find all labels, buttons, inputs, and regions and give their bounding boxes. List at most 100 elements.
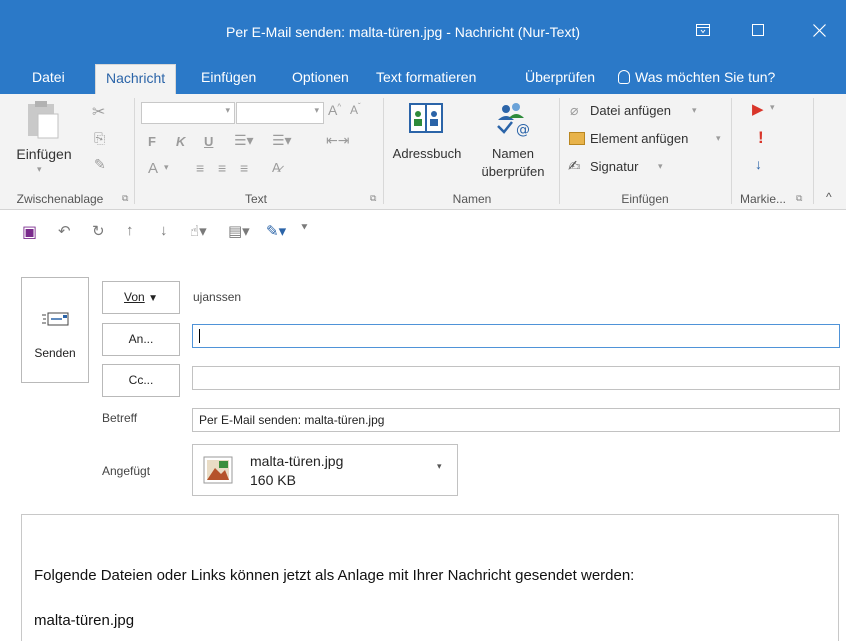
customize-qat-icon[interactable]: ⯆ [300,222,309,235]
numbering-icon[interactable]: ☰▾ [272,132,292,149]
indent-icon[interactable]: ⇤⇥ [326,132,349,149]
follow-up-flag-icon[interactable]: ▶ [752,100,764,118]
font-color-dropdown-icon[interactable]: ▾ [164,162,169,173]
attach-file-button[interactable]: ⌀ Datei anfügen ▾ [566,102,726,122]
cc-button[interactable]: Cc... [102,364,180,397]
text-launcher-icon[interactable]: ⧉ [370,193,376,204]
tags-launcher-icon[interactable]: ⧉ [796,193,802,204]
separator [813,98,814,204]
send-button[interactable]: Senden [21,277,89,383]
address-book-label: Adressbuch [392,146,462,161]
clear-formatting-icon[interactable]: A̷ [272,160,281,175]
body-line-1: Folgende Dateien oder Links können jetzt… [34,567,635,584]
tab-nachricht[interactable]: Nachricht [95,64,177,94]
maximize-button[interactable] [735,0,781,60]
lightbulb-icon [618,70,630,84]
send-icon [42,312,69,326]
signature-dropdown-icon: ▾ [658,161,663,171]
bold-button[interactable]: F [148,134,156,149]
to-field[interactable] [192,324,840,348]
print-icon[interactable]: ▤▾ [228,222,250,240]
attached-label: Angefügt [102,464,151,478]
paste-button[interactable]: Einfügen ▾ [4,98,84,184]
collapse-ribbon-icon[interactable]: ^ [826,190,832,204]
attachment-chip[interactable]: malta-türen.jpg 160 KB ▾ [192,444,458,496]
text-cursor [199,329,200,343]
signature-label: Signatur [590,159,639,174]
signature-button[interactable]: ✍ Signatur ▾ [566,158,726,178]
next-item-icon[interactable]: ↓ [160,222,168,239]
include-group-label: Einfügen [621,192,669,206]
redo-icon[interactable]: ↻ [92,222,105,240]
attach-file-label: Datei anfügen [590,103,671,118]
low-importance-icon[interactable]: ↓ [755,156,762,172]
tell-me-label: Was möchten Sie tun? [635,69,776,85]
attach-item-icon [569,132,585,145]
shrink-font-icon[interactable]: Aˇ [350,102,361,117]
address-book-icon [409,103,443,133]
high-importance-icon[interactable]: ! [758,128,764,148]
ribbon-tabs: Datei Nachricht Einfügen Optionen Text f… [0,60,846,94]
align-center-icon[interactable]: ≡ [218,160,226,176]
address-book-button[interactable]: Adressbuch [386,98,468,184]
message-body[interactable]: Folgende Dateien oder Links können jetzt… [21,514,839,641]
from-button[interactable]: Von ▼ [102,281,180,314]
ribbon-display-options-button[interactable] [680,0,726,60]
tab-datei[interactable]: Datei [22,64,75,94]
body-line-2: malta-türen.jpg [34,612,135,629]
image-file-icon [203,456,233,484]
paste-label: Einfügen [16,146,72,162]
svg-text:@: @ [516,122,530,138]
from-label: Von [124,290,145,304]
copy-icon[interactable]: ⎘ [94,130,105,147]
font-size-combo[interactable]: ▾ [236,102,324,124]
window-title: Per E-Mail senden: malta-türen.jpg - Nac… [225,24,580,40]
tab-ueberpruefen[interactable]: Überprüfen [515,64,605,94]
cc-field[interactable] [192,366,840,390]
align-right-icon[interactable]: ≡ [240,160,248,176]
follow-up-dropdown-icon[interactable]: ▾ [770,102,775,113]
paste-icon [28,101,59,139]
text-group-label: Text [244,192,267,206]
align-left-icon[interactable]: ≡ [196,160,204,176]
touch-mode-icon[interactable]: ☝▾ [190,222,207,240]
tab-einfuegen[interactable]: Einfügen [191,64,266,94]
attachment-size: 160 KB [250,472,296,488]
tell-me-search[interactable]: Was möchten Sie tun? [614,64,785,94]
subject-label: Betreff [102,411,138,425]
italic-button[interactable]: K [176,134,185,149]
close-button[interactable] [796,0,842,60]
tags-group-label: Markie... [739,192,786,206]
clipboard-group-label: Zwischenablage [16,192,104,206]
ribbon: Einfügen ▾ ✂ ⎘ ✎ Zwischenablage ⧉ ▾ ▾ A^… [0,94,846,210]
signature-icon: ✍ [568,158,581,175]
tab-optionen[interactable]: Optionen [282,64,359,94]
edit-icon[interactable]: ✎▾ [266,222,286,240]
paste-dropdown-icon: ▾ [37,164,42,174]
tab-text-formatieren[interactable]: Text formatieren [366,64,486,94]
check-names-button[interactable]: @ Namen überprüfen [470,98,556,188]
save-icon[interactable]: ▣ [22,222,37,242]
underline-button[interactable]: U [204,134,213,149]
grow-font-icon[interactable]: A^ [328,102,341,118]
attach-item-button[interactable]: Element anfügen ▾ [566,130,726,150]
font-color-button[interactable]: A [148,160,158,177]
check-names-label-2: überprüfen [481,164,545,179]
cut-icon[interactable]: ✂ [92,102,105,122]
font-name-combo[interactable]: ▾ [141,102,235,124]
close-icon [812,23,826,37]
attachment-dropdown-icon[interactable]: ▾ [437,461,442,472]
format-painter-icon[interactable]: ✎ [94,156,106,173]
separator [383,98,384,204]
undo-icon[interactable]: ↶ [58,222,71,240]
attachment-name: malta-türen.jpg [250,453,344,469]
bullets-icon[interactable]: ☰▾ [234,132,254,149]
separator [559,98,560,204]
clipboard-launcher-icon[interactable]: ⧉ [122,193,128,204]
to-button[interactable]: An... [102,323,180,356]
subject-field[interactable]: Per E-Mail senden: malta-türen.jpg [192,408,840,432]
attach-item-label: Element anfügen [590,131,689,146]
previous-item-icon[interactable]: ↑ [126,222,134,239]
send-label: Senden [34,346,76,360]
names-group-label: Namen [452,192,492,206]
